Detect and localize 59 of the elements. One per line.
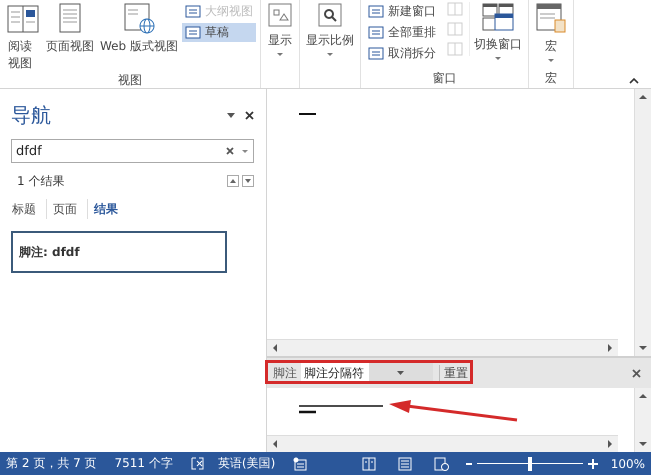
ribbon-button[interactable]: 新建窗口 — [364, 2, 439, 21]
page-count[interactable]: 第 2 页，共 7 页 — [6, 455, 97, 472]
window-layout-icon — [368, 25, 384, 40]
caret-icon — [276, 53, 283, 56]
pane-title: 导航 — [11, 102, 52, 128]
ribbon-button[interactable]: 取消拆分 — [364, 44, 439, 63]
window-layout-icon — [184, 25, 201, 40]
caret-icon — [548, 59, 554, 62]
zoom-in-icon[interactable] — [586, 456, 599, 470]
text-cursor-line — [299, 113, 316, 115]
ribbon-button[interactable]: 全部重排 — [364, 23, 439, 42]
view-button[interactable]: 阅读视图 — [4, 2, 42, 72]
group-label: 视图 — [116, 72, 143, 88]
dropdown-button[interactable]: 显示 — [264, 2, 295, 56]
proofing-icon[interactable] — [190, 457, 204, 470]
footnote-label: 脚注 — [272, 364, 298, 382]
collapse-ribbon-icon[interactable] — [629, 77, 639, 84]
pane-menu-icon[interactable] — [227, 112, 235, 118]
vertical-scrollbar[interactable] — [634, 388, 651, 452]
vertical-scrollbar[interactable] — [634, 89, 651, 356]
caret-icon — [494, 57, 501, 60]
dropdown-button[interactable]: 宏 — [532, 2, 569, 62]
view-button[interactable]: 页面视图 — [44, 2, 96, 55]
search-field[interactable]: dfdf — [11, 139, 254, 163]
caret-icon — [326, 53, 333, 56]
pane-tab[interactable]: 结果 — [88, 199, 128, 219]
view-button[interactable]: Web 版式视图 — [98, 2, 180, 55]
group-label: 窗口 — [431, 70, 458, 87]
group-label: 宏 — [544, 70, 558, 87]
word-count[interactable]: 7511 个字 — [114, 455, 173, 472]
split-window-icon — [446, 42, 463, 56]
dropdown-button[interactable]: 显示比例 — [304, 2, 356, 56]
macro-record-icon[interactable] — [293, 456, 308, 470]
search-result[interactable]: 脚注: dfdf — [11, 231, 227, 273]
close-icon[interactable] — [245, 110, 254, 120]
horizontal-scrollbar[interactable] — [267, 339, 618, 356]
reset-button[interactable]: 重置 — [439, 364, 472, 382]
window-layout-icon — [184, 4, 201, 19]
caret-icon[interactable] — [242, 150, 248, 152]
ribbon-button[interactable]: 草稿 — [182, 23, 256, 42]
zoom-level[interactable]: 100% — [610, 456, 645, 470]
clear-icon[interactable] — [226, 147, 234, 155]
zoom-slider-thumb[interactable] — [528, 456, 532, 470]
window-layout-icon — [368, 4, 384, 19]
split-window-icon — [446, 22, 463, 36]
result-count: 1 个结果 — [17, 172, 66, 190]
web-layout-icon[interactable] — [434, 456, 449, 470]
print-layout-icon[interactable] — [398, 456, 412, 470]
next-result-icon[interactable] — [242, 175, 254, 187]
pane-tab[interactable]: 页面 — [47, 199, 88, 219]
language[interactable]: 英语(美国) — [218, 455, 276, 472]
dropdown-button[interactable]: 切换窗口 — [472, 2, 524, 60]
close-icon[interactable] — [632, 368, 641, 378]
read-mode-icon[interactable] — [362, 456, 376, 470]
window-layout-icon — [368, 46, 384, 61]
caret-icon — [397, 371, 404, 375]
horizontal-scrollbar[interactable] — [267, 435, 618, 452]
previous-result-icon[interactable] — [227, 175, 239, 187]
pane-tab[interactable]: 标题 — [11, 199, 47, 219]
